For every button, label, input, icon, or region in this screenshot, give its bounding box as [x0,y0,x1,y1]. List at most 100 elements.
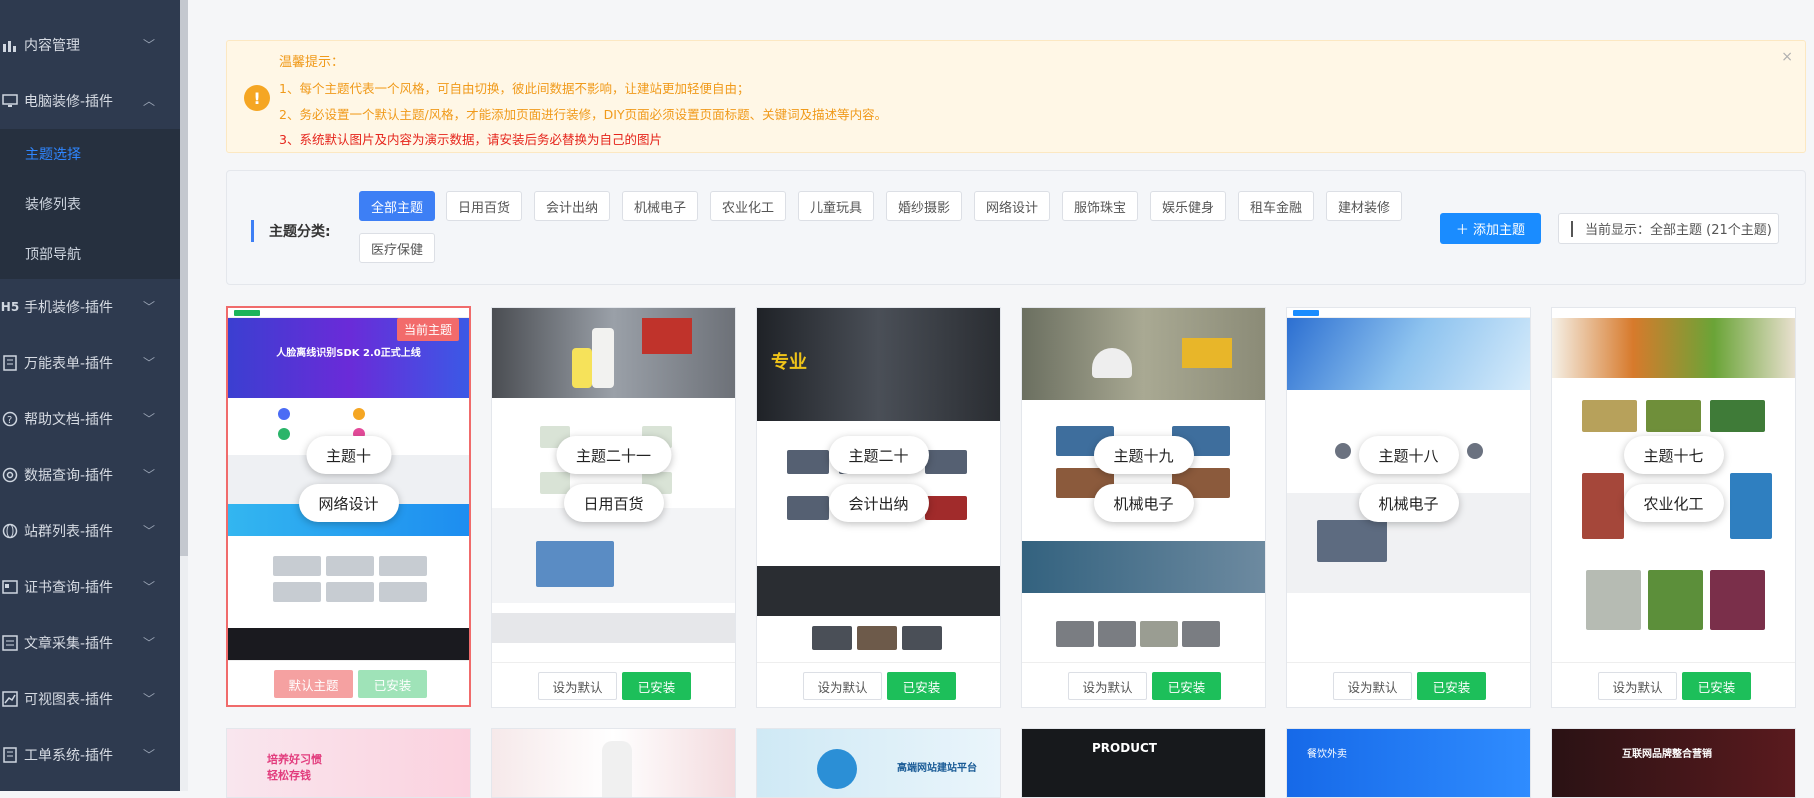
sidebar-subitem-theme[interactable]: 主题选择 [0,129,180,179]
sidebar-item-help[interactable]: ? 帮助文档-插件 ﹀ [0,391,180,447]
sidebar-item-visual-chart[interactable]: 可视图表-插件 ﹀ [0,671,180,727]
globe-icon [817,749,857,789]
sale-banner [642,318,692,354]
sidebar-item-label: 内容管理 [24,38,80,54]
search-icon [0,465,20,485]
theme-card[interactable]: 主题十九 机械电子 设为默认 已安装 [1021,307,1266,708]
feature-icon [1467,443,1483,459]
sidebar-item-ticket[interactable]: 工单系统-插件 ﹀ [0,727,180,783]
filter-label: 主题分类: [269,224,331,240]
sidebar-subitem-decor-list[interactable]: 装修列表 [0,179,180,229]
line-chart-icon [0,689,20,709]
sidebar-item-pc-decor[interactable]: 电脑装修-插件 ︿ [0,73,180,129]
h5-icon: H5 [0,300,20,314]
sidebar-item-label: 可视图表-插件 [24,692,114,708]
installed-button[interactable]: 已安装 [622,672,691,700]
set-default-button[interactable]: 设为默认 [538,672,617,700]
theme-card-partial[interactable] [491,728,736,798]
preview-header [228,308,469,318]
installed-button[interactable]: 已安装 [887,672,956,700]
chip-fitness[interactable]: 娱乐健身 [1150,191,1227,221]
close-icon[interactable]: × [1781,49,1793,65]
preview-header [1287,308,1530,318]
chip-building[interactable]: 建材装修 [1326,191,1403,221]
sidebar-subitem-top-nav[interactable]: 顶部导航 [0,229,180,279]
sidebar-scrollbar[interactable] [180,0,188,556]
chip-accounting[interactable]: 会计出纳 [534,191,611,221]
theme-preview: 主题二十一 日用百货 [492,308,735,663]
sidebar-item-certificate[interactable]: 证书查询-插件 ﹀ [0,559,180,615]
theme-card[interactable]: 人脸离线识别SDK 2.0正式上线 主题十 网络设计 当前主题 默认主题 已安装 [226,306,471,707]
installed-button[interactable]: 已安装 [1417,672,1486,700]
chip-web-design[interactable]: 网络设计 [974,191,1051,221]
monitor-icon [0,91,20,111]
chevron-down-icon: ﹀ [142,635,155,650]
image-placeholder [273,556,321,576]
image-placeholder [1182,621,1220,647]
current-display-text: 当前显示：全部主题 (21个主题) [1585,223,1772,238]
chip-toys[interactable]: 儿童玩具 [798,191,875,221]
chip-daily[interactable]: 日用百货 [446,191,523,221]
theme-card[interactable]: 主题十八 机械电子 设为默认 已安装 [1286,307,1531,708]
bar-chart-icon [0,35,20,55]
chip-jewelry[interactable]: 服饰珠宝 [1062,191,1139,221]
sidebar-item-forms[interactable]: 万能表单-插件 ﹀ [0,335,180,391]
theme-card-partial[interactable]: 培养好习惯 轻松存钱 [226,728,471,798]
theme-card-partial[interactable]: 餐饮外卖 [1286,728,1531,798]
installed-button[interactable]: 已安装 [1682,672,1751,700]
set-default-button[interactable]: 设为默认 [1598,672,1677,700]
sidebar-item-label: 站群列表-插件 [24,524,114,540]
theme-card-partial[interactable]: 高端网站建站平台 [756,728,1001,798]
banner-text: PRODUCT [1092,741,1157,755]
globe-icon [0,521,20,541]
default-theme-button[interactable]: 默认主题 [274,670,353,698]
sidebar-item-content[interactable]: 内容管理 ﹀ [0,17,180,73]
chip-agri[interactable]: 农业化工 [710,191,787,221]
image-placeholder [326,556,374,576]
chip-all[interactable]: 全部主题 [359,191,436,221]
image-placeholder [925,496,967,520]
image-placeholder [536,541,614,587]
theme-card[interactable]: 专业 主题二十 会计出纳 设为默认 已安装 [756,307,1001,708]
chevron-down-icon: ﹀ [142,523,155,538]
card-footer: 设为默认 已安装 [1552,662,1795,707]
set-default-button[interactable]: 设为默认 [1068,672,1147,700]
theme-card[interactable]: 主题十七 农业化工 设为默认 已安装 [1551,307,1796,708]
image-placeholder [1730,473,1772,539]
image-placeholder [1646,400,1701,432]
warning-icon: ! [244,85,270,111]
installed-button[interactable]: 已安装 [1152,672,1221,700]
chip-machinery[interactable]: 机械电子 [622,191,699,221]
chevron-down-icon: ﹀ [142,579,155,594]
add-theme-button[interactable]: ＋ 添加主题 [1440,213,1541,244]
sidebar-item-mobile-decor[interactable]: H5 手机装修-插件 ﹀ [0,279,180,335]
sidebar-item-data-query[interactable]: 数据查询-插件 ﹀ [0,447,180,503]
theme-card-partial[interactable]: PRODUCT [1021,728,1266,798]
preview-banner [492,308,735,398]
form-icon [0,353,20,373]
sidebar-item-label: 万能表单-插件 [24,356,114,372]
preview-banner [1022,308,1265,400]
theme-card-partial[interactable]: 互联网品牌整合营销 [1551,728,1796,798]
sidebar-item-site-group[interactable]: 站群列表-插件 ﹀ [0,503,180,559]
installed-button[interactable]: 已安装 [358,670,427,698]
image-placeholder [812,626,852,650]
set-default-button[interactable]: 设为默认 [803,672,882,700]
feature-icon [278,428,290,440]
chip-wedding[interactable]: 婚纱摄影 [886,191,963,221]
filter-accent-bar [251,220,254,242]
notice-line: 1、每个主题代表一个风格，可自由切换，彼此间数据不影响，让建站更加轻便自由； [279,81,750,96]
theme-category: 网络设计 [298,484,399,522]
theme-card[interactable]: 主题二十一 日用百货 设为默认 已安装 [491,307,736,708]
image-placeholder [787,450,829,474]
banner-text: 培养好习惯 轻松存钱 [267,753,322,782]
chip-finance[interactable]: 租车金融 [1238,191,1315,221]
set-default-button[interactable]: 设为默认 [1333,672,1412,700]
card-footer: 默认主题 已安装 [228,660,469,705]
sidebar-item-article-collect[interactable]: 文章采集-插件 ﹀ [0,615,180,671]
logo [1293,310,1319,316]
current-theme-badge: 当前主题 [396,318,459,341]
image-placeholder [925,450,967,474]
image-placeholder [1582,400,1637,432]
chip-medical[interactable]: 医疗保健 [359,233,436,263]
